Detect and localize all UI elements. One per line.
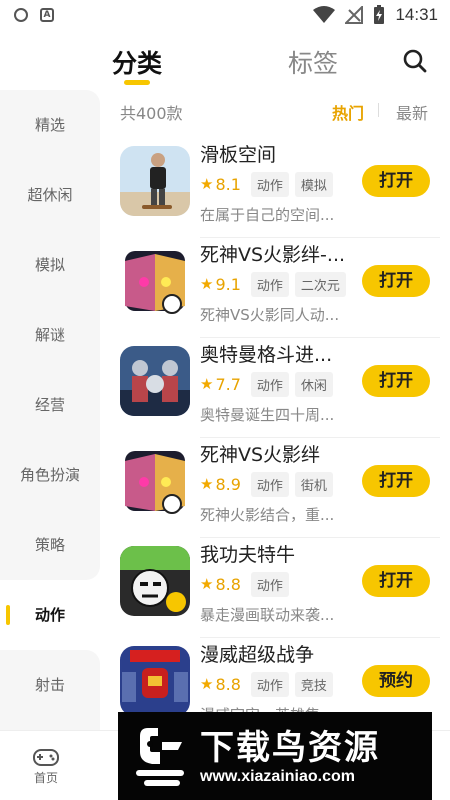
- bird-logo-icon: [136, 728, 184, 786]
- game-tag[interactable]: 动作: [250, 171, 289, 197]
- sidebar-item-puzzle[interactable]: 解谜: [0, 300, 100, 370]
- game-list: 滑板空间 ★ 8.1 动作 模拟 在属于自己的空间... 打开 死神VS火影绊-…: [120, 138, 440, 728]
- game-title: 死神VS火影绊-...: [200, 244, 346, 266]
- game-tag[interactable]: 二次元: [294, 271, 346, 297]
- game-tag[interactable]: 动作: [250, 471, 289, 497]
- category-sidebar: 精选 超休闲 模拟 解谜 经营 角色扮演 策略 动作 射击: [0, 90, 100, 730]
- game-rating: 7.7: [215, 374, 241, 394]
- kungfu-comic-icon: [120, 546, 190, 616]
- shield-notification-icon: [14, 8, 28, 22]
- game-title: 滑板空间: [200, 144, 277, 166]
- sidebar-item-management[interactable]: 经营: [0, 370, 100, 440]
- star-icon: ★: [200, 375, 214, 393]
- skateboard-icon: [120, 146, 190, 216]
- gamepad-icon: [33, 749, 59, 766]
- game-title: 奥特曼格斗进...: [200, 344, 333, 366]
- sidebar-item-featured[interactable]: 精选: [0, 90, 100, 160]
- game-description: 暴走漫画联动来袭...: [200, 606, 335, 624]
- star-icon: ★: [200, 575, 214, 593]
- open-button[interactable]: 打开: [362, 465, 430, 497]
- game-description: 奥特曼诞生四十周...: [200, 406, 335, 424]
- sidebar-item-rpg[interactable]: 角色扮演: [0, 440, 100, 510]
- sidebar-item-simulation[interactable]: 模拟: [0, 230, 100, 300]
- top-tab-bar: 分类 标签: [0, 38, 450, 88]
- open-button[interactable]: 打开: [362, 265, 430, 297]
- watermark: 下载鸟资源 www.xiazainiao.com: [118, 712, 432, 800]
- list-header: 共400款 热门 最新: [120, 98, 438, 124]
- game-rating: 8.8: [215, 674, 241, 694]
- bleach-naruto-icon: [120, 246, 190, 316]
- game-rating: 8.8: [215, 574, 241, 594]
- game-rating: 8.9: [215, 474, 241, 494]
- open-button[interactable]: 打开: [362, 165, 430, 197]
- sort-hot-button[interactable]: 热门: [332, 100, 364, 124]
- game-description: 死神VS火影同人动...: [200, 306, 340, 324]
- star-icon: ★: [200, 275, 214, 293]
- game-tag[interactable]: 动作: [250, 571, 289, 597]
- nav-home-label: 首页: [33, 771, 58, 785]
- game-count: 共400款: [120, 104, 183, 123]
- app-notification-icon: A: [40, 8, 54, 22]
- game-tag[interactable]: 动作: [250, 671, 289, 697]
- game-meta: ★ 7.7 动作 休闲: [200, 371, 333, 397]
- sidebar-item-strategy[interactable]: 策略: [0, 510, 100, 580]
- active-category-indicator: [6, 605, 10, 625]
- game-row[interactable]: 奥特曼格斗进... ★ 7.7 动作 休闲 奥特曼诞生四十周... 打开: [120, 338, 440, 438]
- wifi-icon: [313, 6, 336, 23]
- search-icon[interactable]: [402, 48, 428, 74]
- clock: 14:31: [395, 5, 438, 24]
- nav-home[interactable]: 首页: [22, 747, 70, 786]
- star-icon: ★: [200, 675, 214, 693]
- game-tag[interactable]: 竞技: [294, 671, 333, 697]
- game-tag[interactable]: 动作: [250, 271, 289, 297]
- sidebar-item-shooter[interactable]: 射击: [0, 650, 100, 720]
- no-signal-icon: [345, 6, 364, 24]
- game-tag[interactable]: 动作: [250, 371, 289, 397]
- game-tag[interactable]: 模拟: [294, 171, 333, 197]
- game-row[interactable]: 滑板空间 ★ 8.1 动作 模拟 在属于自己的空间... 打开: [120, 138, 440, 238]
- game-row[interactable]: 我功夫特牛 ★ 8.8 动作 暴走漫画联动来袭... 打开: [120, 538, 440, 638]
- game-meta: ★ 8.8 动作 竞技: [200, 671, 333, 697]
- game-rating: 9.1: [215, 274, 241, 294]
- tab-category[interactable]: 分类: [112, 44, 162, 80]
- ultraman-icon: [120, 346, 190, 416]
- game-title: 我功夫特牛: [200, 544, 296, 566]
- sort-new-button[interactable]: 最新: [396, 100, 428, 124]
- game-meta: ★ 8.8 动作: [200, 571, 289, 597]
- game-title: 漫威超级战争: [200, 644, 315, 666]
- star-icon: ★: [200, 175, 214, 193]
- game-meta: ★ 9.1 动作 二次元: [200, 271, 346, 297]
- open-button[interactable]: 打开: [362, 565, 430, 597]
- game-tag[interactable]: 休闲: [294, 371, 333, 397]
- game-meta: ★ 8.1 动作 模拟: [200, 171, 333, 197]
- bleach-naruto-icon: [120, 446, 190, 516]
- status-bar: A 14:31: [0, 0, 450, 32]
- sidebar-item-label: 动作: [34, 606, 65, 624]
- tab-tags[interactable]: 标签: [288, 44, 338, 80]
- reserve-button[interactable]: 预约: [362, 665, 430, 697]
- sidebar-item-hyper-casual[interactable]: 超休闲: [0, 160, 100, 230]
- sort-divider: [378, 103, 379, 117]
- star-icon: ★: [200, 475, 214, 493]
- watermark-title: 下载鸟资源: [200, 728, 380, 768]
- battery-charging-icon: [374, 5, 385, 24]
- game-tag[interactable]: 街机: [294, 471, 333, 497]
- sidebar-item-action[interactable]: 动作: [0, 580, 100, 650]
- open-button[interactable]: 打开: [362, 365, 430, 397]
- game-description: 死神火影结合，重...: [200, 506, 335, 524]
- active-tab-indicator: [124, 80, 150, 85]
- game-description: 在属于自己的空间...: [200, 206, 335, 224]
- game-row[interactable]: 死神VS火影绊 ★ 8.9 动作 街机 死神火影结合，重... 打开: [120, 438, 440, 538]
- watermark-url: www.xiazainiao.com: [200, 768, 356, 785]
- marvel-icon: [120, 646, 190, 716]
- game-meta: ★ 8.9 动作 街机: [200, 471, 333, 497]
- game-title: 死神VS火影绊: [200, 444, 321, 466]
- game-rating: 8.1: [215, 174, 241, 194]
- game-row[interactable]: 死神VS火影绊-... ★ 9.1 动作 二次元 死神VS火影同人动... 打开: [120, 238, 440, 338]
